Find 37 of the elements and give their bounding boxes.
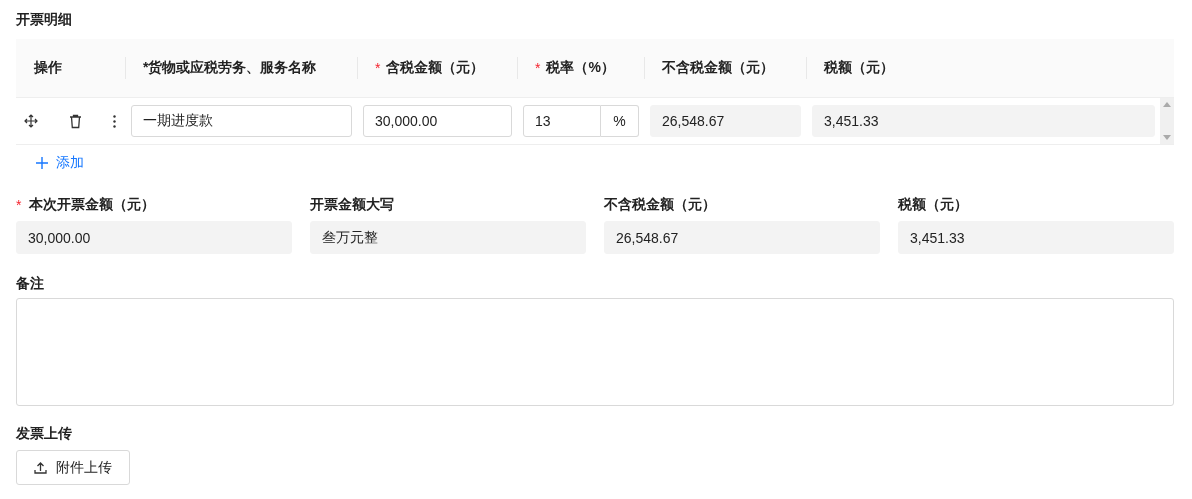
readonly-field[interactable]: 30,000.00 <box>16 221 292 254</box>
column-header: 操作 <box>34 59 62 77</box>
readonly-field[interactable]: 26,548.67 <box>650 105 801 137</box>
readonly-field[interactable]: 3,451.33 <box>898 221 1174 254</box>
add-button[interactable]: 添加 <box>36 153 84 173</box>
field-label: 发票上传 <box>16 425 72 443</box>
name-field[interactable]: 一期进度款 <box>131 105 352 137</box>
field-label: 税额（元） <box>898 196 968 214</box>
section-title: 开票明细 <box>16 10 73 29</box>
field-label: 不含税金额（元） <box>604 196 716 214</box>
column-header: 税额（元） <box>824 59 894 77</box>
field-label: 备注 <box>16 275 44 293</box>
scrollbar[interactable] <box>1160 98 1174 144</box>
percent-addon: % <box>601 105 639 137</box>
column-header: *货物或应税劳务、服务名称 <box>143 59 317 77</box>
required-mark: * <box>16 197 22 213</box>
readonly-field[interactable]: 3,451.33 <box>812 105 1155 137</box>
column-header: 不含税金额（元） <box>662 59 774 77</box>
column-header: 含税金额（元） <box>386 59 485 77</box>
scroll-up-icon[interactable] <box>1163 102 1171 107</box>
move-icon[interactable] <box>24 114 38 128</box>
field-label: 开票金额大写 <box>310 196 394 214</box>
scroll-down-icon[interactable] <box>1163 135 1171 140</box>
remarks-textarea[interactable] <box>16 298 1174 406</box>
more-icon[interactable] <box>113 114 116 128</box>
column-header: 税率（%） <box>546 59 615 77</box>
readonly-field[interactable]: 26,548.67 <box>604 221 880 254</box>
rate-field[interactable]: 13 <box>523 105 601 137</box>
required-mark: * <box>375 60 381 76</box>
upload-icon <box>34 461 47 474</box>
amount-field[interactable]: 30,000.00 <box>363 105 512 137</box>
upload-button[interactable]: 附件上传 <box>16 450 130 485</box>
plus-icon <box>36 157 48 169</box>
readonly-field[interactable]: 叁万元整 <box>310 221 586 254</box>
required-mark: * <box>535 60 541 76</box>
trash-icon[interactable] <box>69 113 82 129</box>
field-label: 本次开票金额（元） <box>29 196 156 214</box>
